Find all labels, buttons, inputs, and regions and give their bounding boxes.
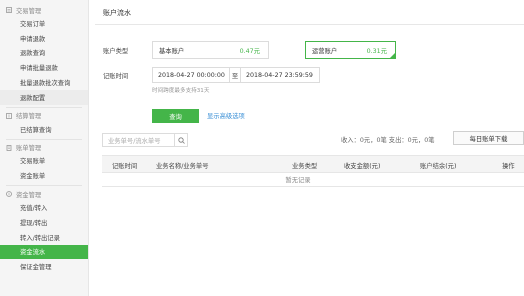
section-title: 资金管理 — [16, 191, 42, 199]
sidebar-item-trade-bill[interactable]: 交易账单 — [0, 154, 88, 169]
funds-icon — [6, 191, 12, 198]
transactions-icon — [6, 7, 12, 13]
column-header: 收支金额(元) — [344, 163, 381, 170]
start-date-input[interactable]: 2018-04-27 00:00:00 — [152, 67, 230, 83]
section-header-transactions[interactable]: 交易管理 — [0, 4, 88, 16]
column-header: 账户结余(元) — [420, 163, 457, 170]
column-header: 业务类型 — [292, 163, 318, 170]
column-header: 记账时间 — [112, 163, 138, 170]
column-header: 操作 — [502, 163, 515, 170]
time-label: 记账时间 — [103, 73, 129, 80]
account-type-label: 账户类型 — [103, 48, 129, 55]
account-balance: 0.47元 — [239, 47, 260, 55]
sidebar-item-settled-query[interactable]: 已结算查询 — [0, 122, 88, 137]
end-date-input[interactable]: 2018-04-27 23:59:59 — [240, 67, 320, 83]
settlement-icon — [6, 112, 12, 119]
sidebar-item-refund-query[interactable]: 退款查询 — [0, 46, 88, 61]
divider — [6, 138, 82, 140]
selected-check-icon — [389, 52, 396, 59]
section-title: 交易管理 — [16, 7, 42, 15]
divider — [6, 106, 82, 108]
sidebar-item-transfer-records[interactable]: 转入/转出记录 — [0, 230, 88, 245]
account-option-operating[interactable]: 运营账户 0.31元 — [305, 41, 396, 59]
date-separator: 至 — [230, 67, 240, 83]
section-title: 账单管理 — [16, 145, 42, 153]
page-title: 账户流水 — [103, 9, 131, 17]
sidebar-item-refund-config[interactable]: 退款配置 — [0, 89, 88, 105]
time-range-hint: 时间跨度最多支持31天 — [152, 88, 210, 94]
sidebar-item-withdraw[interactable]: 提现/转出 — [0, 215, 88, 230]
sidebar-item-fund-flow[interactable]: 资金流水 — [0, 244, 88, 260]
account-option-basic[interactable]: 基本账户 0.47元 — [152, 41, 269, 59]
search-placeholder: 业务单号/流水单号 — [108, 137, 161, 145]
table-header: 记账时间 业务名称/业务单号 业务类型 收支金额(元) 账户结余(元) 操作 — [102, 155, 524, 173]
search-icon[interactable] — [174, 134, 187, 146]
sidebar-item-deposit-management[interactable]: 保证金管理 — [0, 259, 88, 274]
daily-bill-download-button[interactable]: 每日账单下载 — [453, 131, 524, 145]
account-balance: 0.31元 — [366, 47, 387, 55]
sidebar-item-fund-bill[interactable]: 资金账单 — [0, 168, 88, 183]
search-input[interactable]: 业务单号/流水单号 — [102, 133, 188, 147]
advanced-options-link[interactable]: 显示高级选项 — [207, 111, 245, 120]
column-header: 业务名称/业务单号 — [156, 163, 209, 170]
income-expense-summary: 收入：0元，0笔 支出：0元，0笔 — [341, 137, 435, 144]
sidebar-item-apply-refund[interactable]: 申请退款 — [0, 31, 88, 46]
bill-icon — [6, 144, 12, 151]
sidebar-item-recharge[interactable]: 充值/转入 — [0, 200, 88, 215]
divider — [95, 24, 524, 25]
empty-table-message: 暂无记录 — [102, 173, 524, 187]
sidebar-item-trade-orders[interactable]: 交易订单 — [0, 16, 88, 31]
divider — [6, 185, 82, 187]
sidebar-item-batch-refund-query[interactable]: 批量退款批次查询 — [0, 75, 88, 90]
sidebar-item-batch-refund[interactable]: 申请批量退款 — [0, 60, 88, 75]
account-name: 运营账户 — [312, 47, 338, 55]
section-header-funds[interactable]: 资金管理 — [0, 188, 88, 200]
query-button[interactable]: 查询 — [152, 109, 199, 123]
section-header-settlement[interactable]: 结算管理 — [0, 110, 88, 122]
sidebar: 交易管理 交易订单 申请退款 退款查询 申请批量退款 批量退款批次查询 退款配置… — [0, 0, 89, 296]
section-header-bills[interactable]: 账单管理 — [0, 142, 88, 154]
main-content: 账户流水 账户类型 基本账户 0.47元 运营账户 0.31元 记账时间 201… — [89, 0, 524, 296]
account-name: 基本账户 — [159, 47, 185, 55]
section-title: 结算管理 — [16, 113, 42, 121]
